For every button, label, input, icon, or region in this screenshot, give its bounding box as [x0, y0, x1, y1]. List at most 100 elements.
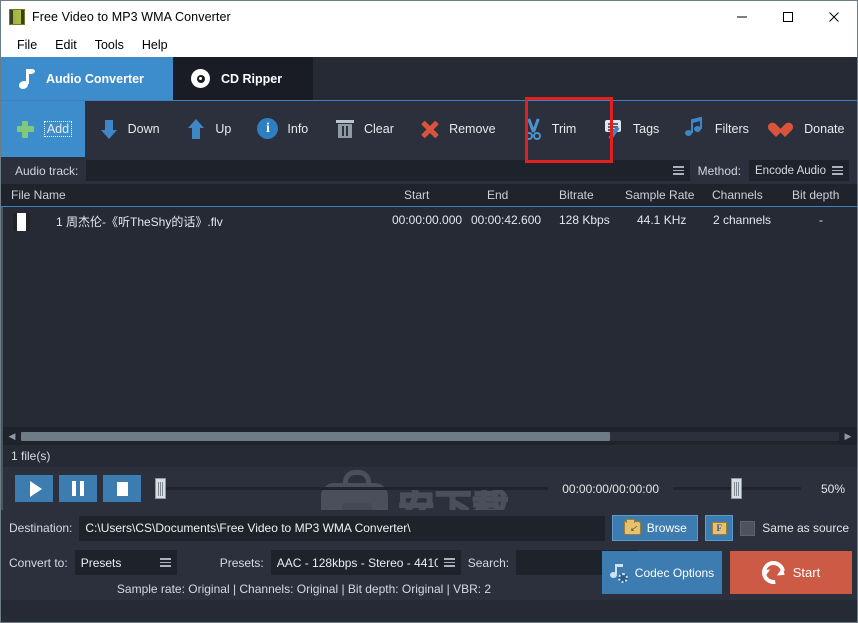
tab-cd-ripper-label: CD Ripper	[221, 71, 283, 86]
column-header-file-name[interactable]: File Name	[11, 188, 66, 202]
cell-end: 00:00:42.600	[471, 213, 542, 227]
filters-button-label: Filters	[714, 122, 749, 136]
convert-to-chevron-list-icon	[159, 558, 171, 567]
close-icon[interactable]	[811, 1, 857, 32]
remove-button[interactable]: Remove	[407, 101, 508, 157]
clear-button-label: Clear	[363, 122, 394, 136]
application-window: Free Video to MP3 WMA Converter File Edi…	[0, 0, 858, 623]
info-icon: i	[257, 118, 279, 139]
tags-button-label: Tags	[632, 122, 660, 136]
add-button-label: Add	[43, 121, 73, 137]
x-cross-icon	[419, 117, 441, 141]
maximize-icon[interactable]	[765, 1, 811, 32]
clear-button[interactable]: Clear	[321, 101, 406, 157]
same-as-source-checkbox[interactable]	[740, 520, 756, 536]
play-button[interactable]	[15, 475, 53, 502]
info-icon-wrap: i	[257, 117, 279, 141]
horizontal-scrollbar[interactable]: ◀ ▶	[1, 427, 857, 445]
minimize-icon[interactable]	[719, 1, 765, 32]
scrollbar-thumb[interactable]	[21, 431, 610, 441]
cell-start: 00:00:00.000	[392, 213, 463, 227]
column-header-start[interactable]: Start	[404, 188, 429, 202]
filters-button[interactable]: Filters	[672, 101, 761, 157]
convert-row: Convert to: Presets Presets: AAC - 128kb…	[1, 550, 857, 575]
window-title: Free Video to MP3 WMA Converter	[32, 9, 231, 24]
menu-item-edit[interactable]: Edit	[47, 36, 85, 54]
add-button[interactable]: Add	[1, 101, 85, 157]
presets-label: Presets:	[219, 555, 264, 570]
tag-pen-icon	[603, 117, 625, 141]
codec-options-label: Codec Options	[634, 565, 715, 580]
stop-button[interactable]	[103, 475, 141, 502]
arrow-down-icon	[98, 117, 120, 141]
convert-to-label: Convert to:	[9, 555, 68, 570]
playback-time: 00:00:00/00:00:00	[562, 481, 659, 496]
method-label: Method:	[697, 163, 742, 178]
table-row[interactable]: 1 周杰伦-《听TheShy的话》.flv 00:00:00.000 00:00…	[3, 207, 857, 233]
scroll-right-arrow-icon[interactable]: ▶	[843, 431, 853, 442]
down-button[interactable]: Down	[85, 101, 172, 157]
window-controls	[719, 1, 857, 32]
volume-slider-thumb[interactable]	[731, 478, 742, 499]
destination-input[interactable]: C:\Users\CS\Documents\Free Video to MP3 …	[79, 515, 606, 541]
menu-item-file[interactable]: File	[9, 36, 45, 54]
pause-icon	[72, 481, 84, 496]
tab-cd-ripper[interactable]: CD Ripper	[173, 57, 313, 100]
volume-value: 50%	[820, 481, 845, 496]
trash-icon	[334, 117, 356, 141]
conversion-summary: Sample rate: Original | Channels: Origin…	[116, 582, 492, 596]
presets-select[interactable]: AAC - 128kbps - Stereo - 44100H	[270, 550, 461, 575]
refresh-icon	[757, 556, 790, 589]
cell-channels: 2 channels	[713, 213, 772, 227]
column-header-bit-depth[interactable]: Bit depth	[792, 188, 839, 202]
convert-to-select[interactable]: Presets	[74, 550, 177, 575]
scroll-left-arrow-icon[interactable]: ◀	[7, 431, 17, 442]
music-note-icon	[18, 68, 35, 89]
column-header-sample-rate[interactable]: Sample Rate	[625, 188, 694, 202]
method-select[interactable]: Encode Audio	[749, 160, 849, 181]
menu-item-tools[interactable]: Tools	[87, 36, 132, 54]
trim-button[interactable]: Trim	[508, 101, 590, 157]
status-bar: 1 file(s)	[1, 445, 857, 467]
audio-track-select[interactable]	[86, 160, 690, 181]
codec-options-button[interactable]: Codec Options	[602, 551, 722, 594]
bottom-panel: Destination: C:\Users\CS\Documents\Free …	[1, 510, 857, 600]
codec-note-gear-icon	[609, 563, 628, 583]
same-as-source-label: Same as source	[762, 521, 849, 535]
column-header-end[interactable]: End	[487, 188, 508, 202]
trim-button-label: Trim	[551, 122, 577, 136]
up-button-label: Up	[215, 122, 232, 136]
stop-icon	[116, 481, 128, 496]
seek-slider-track	[155, 487, 549, 490]
info-button[interactable]: i Info	[244, 101, 321, 157]
browse-button[interactable]: ↙ Browse	[612, 515, 699, 541]
up-button[interactable]: Up	[172, 101, 244, 157]
column-header-bitrate[interactable]: Bitrate	[559, 188, 594, 202]
destination-path: C:\Users\CS\Documents\Free Video to MP3 …	[85, 521, 411, 535]
title-bar: Free Video to MP3 WMA Converter	[1, 1, 857, 32]
heart-icon	[774, 117, 796, 141]
seek-slider[interactable]	[155, 475, 549, 502]
menu-item-help[interactable]: Help	[134, 36, 176, 54]
volume-slider[interactable]	[673, 475, 801, 502]
pause-button[interactable]	[59, 475, 97, 502]
start-button[interactable]: Start	[730, 551, 852, 594]
donate-button[interactable]: Donate	[762, 101, 857, 157]
tab-audio-converter[interactable]: Audio Converter	[1, 57, 173, 100]
tags-button[interactable]: Tags	[590, 101, 672, 157]
file-list-body[interactable]: 1 周杰伦-《听TheShy的话》.flv 00:00:00.000 00:00…	[1, 207, 857, 555]
file-list-header: File Name Start End Bitrate Sample Rate …	[1, 184, 857, 207]
open-destination-button[interactable]: F	[705, 515, 734, 541]
player-controls: 00:00:00/00:00:00 50%	[1, 467, 857, 510]
column-header-channels[interactable]: Channels	[712, 188, 763, 202]
seek-slider-thumb[interactable]	[155, 478, 166, 499]
tab-strip: Audio Converter CD Ripper	[1, 57, 857, 101]
scrollbar-track[interactable]	[21, 431, 839, 441]
method-value: Encode Audio	[755, 164, 826, 177]
method-chevron-list-icon	[832, 166, 843, 175]
folder-shortcut-icon: F	[711, 521, 727, 535]
search-label: Search:	[467, 555, 510, 570]
file-count-label: 1 file(s)	[11, 449, 51, 463]
start-button-label: Start	[792, 565, 821, 580]
cell-bit-depth: -	[819, 213, 823, 227]
